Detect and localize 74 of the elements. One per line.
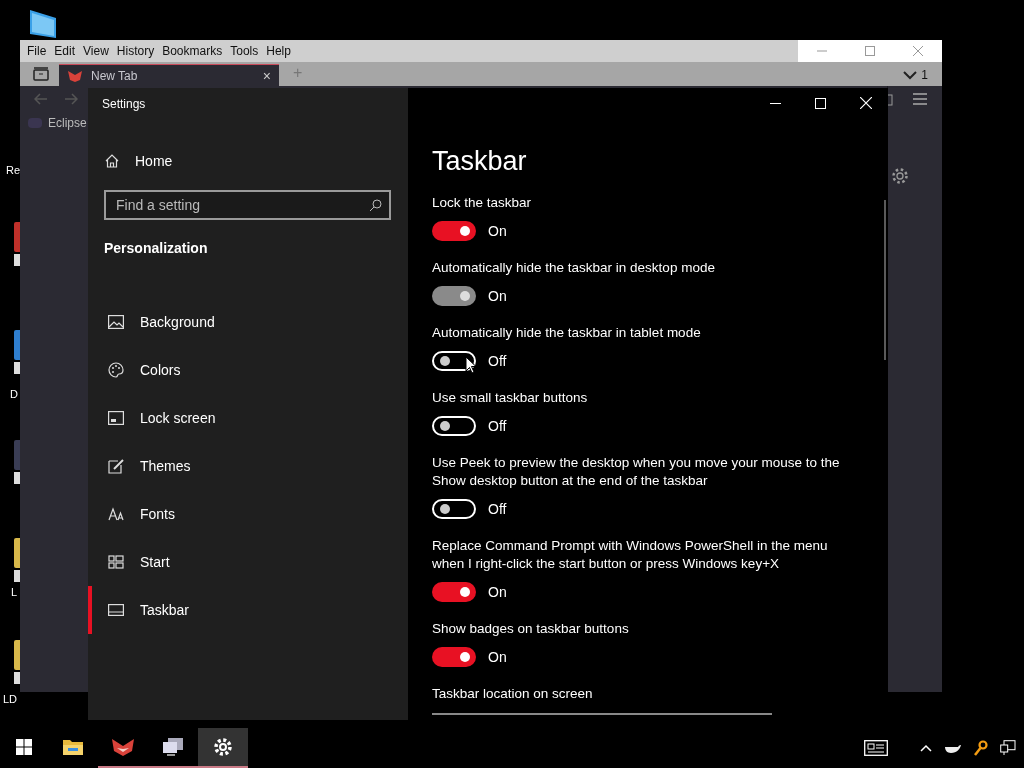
nav-item[interactable]: Background xyxy=(88,298,408,346)
news-icon[interactable] xyxy=(864,740,888,756)
network-icon[interactable] xyxy=(1000,740,1016,756)
nav-item[interactable]: Start xyxy=(88,538,408,586)
mouse-pointer-icon xyxy=(465,356,477,374)
font-icon xyxy=(108,507,124,521)
menu-item[interactable]: Help xyxy=(262,40,295,62)
tab-list-icon[interactable] xyxy=(33,67,49,81)
nav-item[interactable]: Fonts xyxy=(88,490,408,538)
browser-tab[interactable]: New Tab × xyxy=(59,64,279,86)
windows-logo-icon xyxy=(16,739,32,755)
page-title: Taskbar xyxy=(432,145,528,178)
setting-label: Use Peek to preview the desktop when you move your mouse to the Show desktop button at the end of the taskbar xyxy=(432,454,841,490)
fox-icon xyxy=(67,69,83,82)
toggle-state: Off xyxy=(488,501,507,517)
chevron-up-icon[interactable] xyxy=(920,744,932,752)
fox-icon xyxy=(111,737,135,757)
setting-label: Show badges on taskbar buttons xyxy=(432,620,630,638)
brush-icon xyxy=(108,458,124,474)
start-icon xyxy=(108,555,124,569)
search-icon xyxy=(370,199,382,211)
computers-icon xyxy=(162,737,184,757)
setting-label: Replace Command Prompt with Windows PowerShell in the menu when I right-click the start button or press Windows key+X xyxy=(432,537,829,573)
toggle-state: On xyxy=(488,288,507,304)
bookmark-icon xyxy=(28,117,42,129)
toggle-switch[interactable] xyxy=(432,647,476,667)
setting-label: Taskbar location on screen xyxy=(432,685,594,703)
bookmark-link[interactable]: Eclipse xyxy=(48,116,87,130)
lock-screen-icon xyxy=(108,411,124,425)
folder-icon xyxy=(62,738,84,756)
search-field[interactable]: Find a setting xyxy=(104,190,391,220)
window-icon[interactable] xyxy=(888,94,894,106)
menu-item[interactable]: Tools xyxy=(226,40,263,62)
menu-icon[interactable] xyxy=(913,93,927,105)
nav-item[interactable]: Colors xyxy=(88,346,408,394)
toggle-state: On xyxy=(488,223,507,239)
desktop-icon-label: Re xyxy=(6,164,21,177)
menu-item[interactable]: Edit xyxy=(50,40,80,62)
taskbar-app[interactable] xyxy=(198,728,248,768)
tab-count: 1 xyxy=(921,68,928,82)
nav-item[interactable]: Lock screen xyxy=(88,394,408,442)
toggle-state: On xyxy=(488,649,507,665)
tab-close-button[interactable]: × xyxy=(262,67,271,84)
palette-icon xyxy=(108,362,124,378)
toggle-switch[interactable] xyxy=(432,416,476,436)
home-icon xyxy=(105,154,119,168)
menu-item[interactable]: View xyxy=(79,40,113,62)
setting-label: Lock the taskbar xyxy=(432,194,533,212)
menu-item[interactable]: File xyxy=(23,40,51,62)
toggle-switch[interactable] xyxy=(432,582,476,602)
home-link[interactable]: Home xyxy=(88,138,408,184)
desktop-icon-label: D xyxy=(10,388,18,401)
nav-item[interactable]: Themes xyxy=(88,442,408,490)
setting-label: Automatically hide the taskbar in tablet mode xyxy=(432,324,702,342)
desktop-icon-label: L xyxy=(11,586,18,599)
toggle-switch[interactable] xyxy=(432,221,476,241)
toggle-state: On xyxy=(488,584,507,600)
taskbar-icon xyxy=(108,604,124,616)
section-heading: Personalization xyxy=(103,239,209,258)
toggle-state: Off xyxy=(488,353,507,369)
magnifier-icon[interactable] xyxy=(974,740,988,756)
settings-icon xyxy=(213,737,233,757)
settings-icon[interactable] xyxy=(891,167,909,185)
desktop-icon-label: LD xyxy=(3,693,18,706)
menu-item[interactable]: Bookmarks xyxy=(158,40,227,62)
setting-label: Automatically hide the taskbar in desktop mode xyxy=(432,259,716,277)
whale-icon[interactable] xyxy=(944,742,962,754)
window-title: Settings xyxy=(101,96,147,113)
menu-item[interactable]: History xyxy=(112,40,159,62)
setting-label: Use small taskbar buttons xyxy=(432,389,589,407)
chevron-down-icon[interactable] xyxy=(903,70,918,80)
toggle-state: Off xyxy=(488,418,507,434)
picture-icon xyxy=(108,315,124,329)
toggle-switch[interactable] xyxy=(432,499,476,519)
